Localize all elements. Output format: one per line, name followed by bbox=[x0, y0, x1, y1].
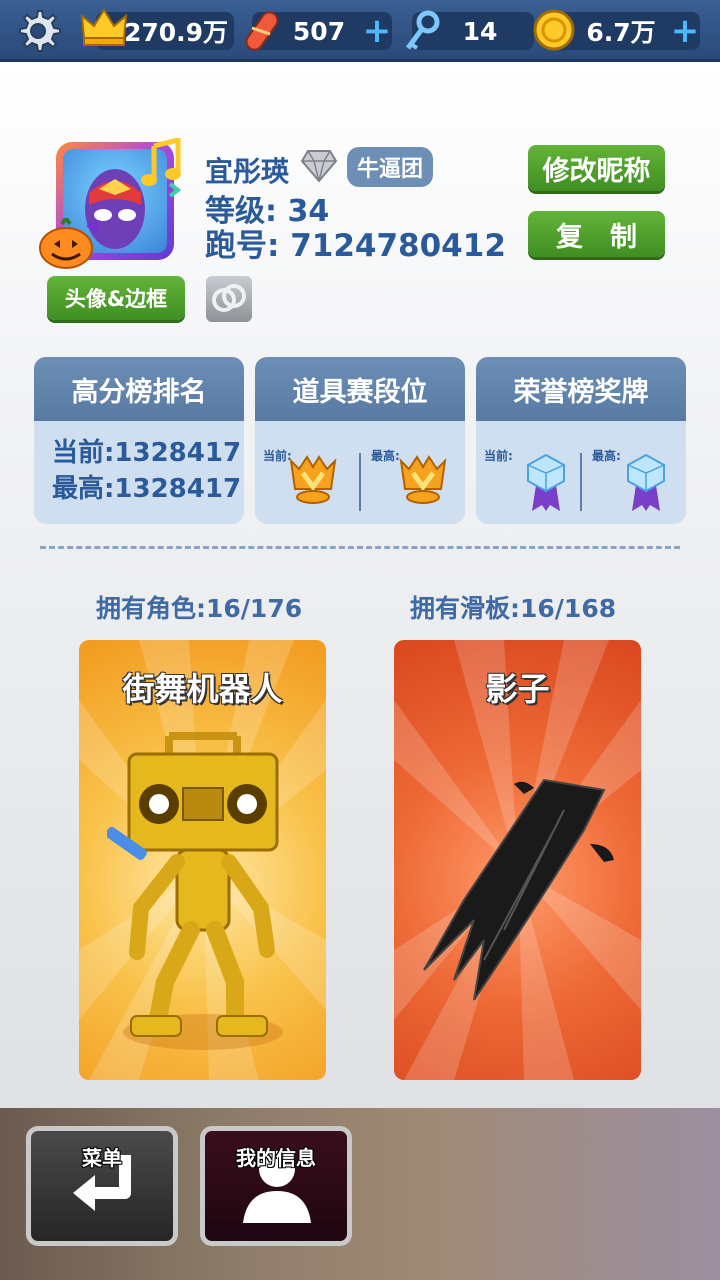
section-divider bbox=[40, 546, 680, 549]
item-rank-card[interactable]: 道具赛段位 当前: 最高: bbox=[255, 357, 465, 524]
honor-best-label: 最高: bbox=[592, 449, 621, 463]
music-note-icon bbox=[141, 138, 182, 198]
honor-divider bbox=[580, 453, 582, 511]
hoverboard-icon bbox=[245, 11, 279, 51]
pumpkin-icon bbox=[39, 218, 100, 269]
item-rank-card-title: 道具赛段位 bbox=[255, 357, 465, 421]
owned-boards: 拥有滑板:16/168 bbox=[410, 594, 617, 623]
rings-icon bbox=[212, 284, 246, 312]
avatar-frame-button[interactable]: 头像&边框 bbox=[47, 276, 185, 320]
badge-slot[interactable] bbox=[206, 276, 252, 322]
coin-counter: 6.7万 + bbox=[533, 9, 700, 51]
crown-icon bbox=[80, 8, 128, 46]
character-showcase[interactable]: 街舞机器人 bbox=[79, 640, 326, 1080]
character-name: 街舞机器人 bbox=[122, 670, 283, 708]
key-icon bbox=[405, 10, 440, 50]
key-counter: 14 bbox=[405, 10, 534, 50]
gear-icon[interactable] bbox=[12, 5, 64, 57]
player-name: 宜彤瑛 bbox=[205, 155, 290, 188]
board-name: 影子 bbox=[485, 670, 550, 708]
highscore-card[interactable]: 高分榜排名 当前:1328417 最高:1328417 bbox=[34, 357, 244, 524]
copy-button[interactable]: 复 制 bbox=[528, 211, 665, 257]
resource-bar: 270.9万 507 + 14 6.7万 + bbox=[0, 0, 720, 62]
trophy-icon bbox=[399, 455, 447, 504]
medal-icon bbox=[627, 453, 665, 511]
owned-characters: 拥有角色:16/176 bbox=[96, 594, 303, 623]
board-showcase[interactable]: 影子 bbox=[394, 640, 641, 1080]
highscore-card-title: 高分榜排名 bbox=[34, 357, 244, 421]
diamond-icon bbox=[300, 150, 338, 183]
trophy-icon bbox=[289, 455, 337, 504]
hoverboard-counter: 507 + bbox=[245, 11, 392, 51]
shadow-board-icon bbox=[423, 778, 614, 1001]
item-rank-divider bbox=[359, 453, 361, 511]
highscore-current: 当前:1328417 bbox=[52, 438, 242, 468]
honor-card-title: 荣誉榜奖牌 bbox=[476, 357, 686, 421]
honor-card[interactable]: 荣誉榜奖牌 当前: 最高: bbox=[476, 357, 686, 524]
menu-label: 菜单 bbox=[82, 1146, 122, 1170]
robot-character-icon bbox=[107, 732, 283, 1050]
crew-badge[interactable]: 牛逼团 bbox=[347, 147, 433, 187]
honor-current-label: 当前: bbox=[484, 449, 513, 463]
rename-button[interactable]: 修改昵称 bbox=[528, 145, 665, 191]
score-counter: 270.9万 bbox=[80, 8, 234, 50]
player-id: 跑号: 7124780412 bbox=[205, 228, 506, 264]
highscore-best: 最高:1328417 bbox=[52, 474, 242, 504]
medal-icon bbox=[527, 453, 565, 511]
add-hoverboard-button[interactable]: + bbox=[362, 14, 392, 48]
my-info-label: 我的信息 bbox=[236, 1146, 316, 1170]
add-coin-button[interactable]: + bbox=[670, 14, 700, 48]
coin-icon bbox=[533, 9, 575, 51]
